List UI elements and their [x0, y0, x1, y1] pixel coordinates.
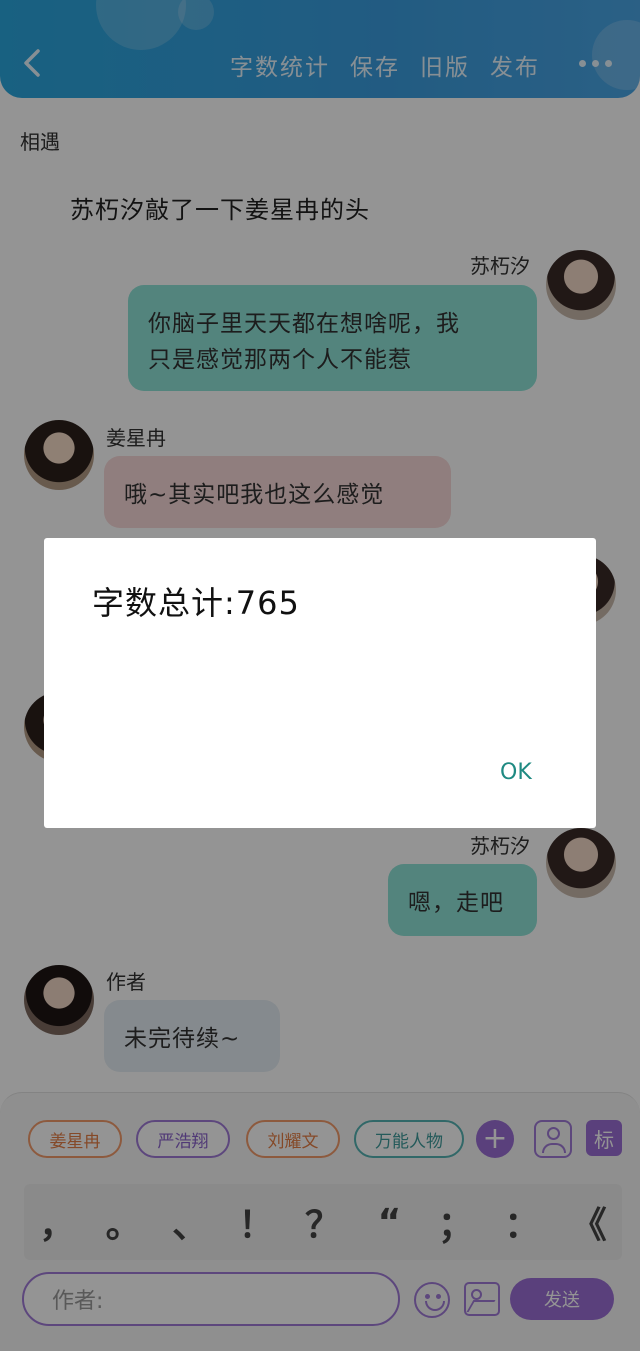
- dialog-message: 字数总计:765: [92, 584, 300, 622]
- word-count-dialog: 字数总计:765 OK: [44, 538, 596, 828]
- ok-button[interactable]: OK: [500, 760, 532, 785]
